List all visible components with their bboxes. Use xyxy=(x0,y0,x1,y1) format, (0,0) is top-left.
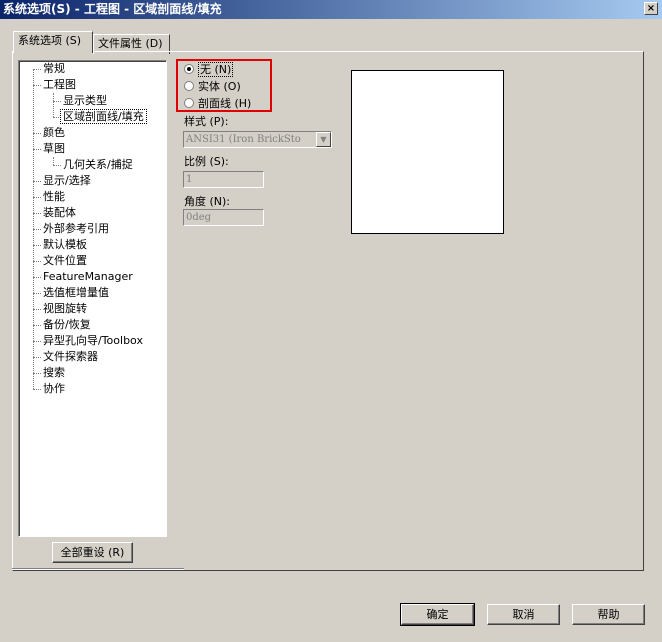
tree-branch xyxy=(33,373,41,374)
tree-branch xyxy=(33,213,41,214)
tree-branch xyxy=(33,389,41,390)
tree-branch xyxy=(33,325,41,326)
tree-connector xyxy=(53,93,54,117)
tree-item-label: 文件位置 xyxy=(43,254,87,267)
tree-item-collaboration[interactable]: 协作 xyxy=(43,381,65,397)
tree-branch xyxy=(33,293,41,294)
tree-item-drawings[interactable]: 工程图 xyxy=(43,77,76,93)
tree-item-featuremanager[interactable]: FeatureManager xyxy=(43,269,133,285)
tree-item-label: 几何关系/捕捉 xyxy=(63,158,133,171)
divider xyxy=(12,568,184,570)
reset-all-button[interactable]: 全部重设 (R) xyxy=(52,542,133,563)
tree-item-label: 区域剖面线/填充 xyxy=(60,109,147,124)
tree-item-label: 协作 xyxy=(43,382,65,395)
tree-branch xyxy=(33,197,41,198)
tree-branch xyxy=(33,149,41,150)
tree-item-spin-box-increments[interactable]: 选值框增量值 xyxy=(43,285,109,301)
tree-branch xyxy=(53,165,61,166)
tab-label: 文件属性 (D) xyxy=(98,37,163,50)
tree-branch xyxy=(33,261,41,262)
tree-branch xyxy=(53,101,61,102)
tree-item-label: 显示类型 xyxy=(63,94,107,107)
scale-input[interactable]: 1 xyxy=(183,171,264,188)
tree-item-performance[interactable]: 性能 xyxy=(43,189,65,205)
tree-item-label: 备份/恢复 xyxy=(43,318,91,331)
tree-branch xyxy=(33,245,41,246)
angle-label: 角度 (N): xyxy=(184,195,231,208)
ok-button[interactable]: 确定 xyxy=(400,603,475,626)
tree-item-external-references[interactable]: 外部参考引用 xyxy=(43,221,109,237)
reset-all-label: 全部重设 (R) xyxy=(60,546,125,559)
tree-item-sketch[interactable]: 草图 xyxy=(43,141,65,157)
tree-item-label: 异型孔向导/Toolbox xyxy=(43,334,143,347)
tree-item-label: 视图旋转 xyxy=(43,302,87,315)
tree-item-label: 外部参考引用 xyxy=(43,222,109,235)
tree-item-hole-wizard-toolbox[interactable]: 异型孔向导/Toolbox xyxy=(43,333,143,349)
tree-item-file-explorer[interactable]: 文件探索器 xyxy=(43,349,98,365)
tree-item-label: 显示/选择 xyxy=(43,174,91,187)
tree-item-label: FeatureManager xyxy=(43,270,133,283)
tree-item-default-templates[interactable]: 默认模板 xyxy=(43,237,87,253)
tree-item-label: 默认模板 xyxy=(43,238,87,251)
tree-branch xyxy=(33,69,41,70)
tab-label: 系统选项 (S) xyxy=(18,34,82,47)
tree-item-relations-snaps[interactable]: 几何关系/捕捉 xyxy=(63,157,133,173)
tree-item-area-hatch-fill[interactable]: 区域剖面线/填充 xyxy=(60,109,147,125)
window-title: 系统选项(S) - 工程图 - 区域剖面线/填充 xyxy=(3,2,222,16)
tree-branch xyxy=(33,85,41,86)
highlight-annotation-box xyxy=(176,59,272,112)
tree-branch xyxy=(33,229,41,230)
chevron-down-icon[interactable]: ▼ xyxy=(316,132,331,147)
close-icon: × xyxy=(646,3,656,14)
tree-item-label: 性能 xyxy=(43,190,65,203)
tree-item-file-locations[interactable]: 文件位置 xyxy=(43,253,87,269)
tree-branch xyxy=(33,341,41,342)
tree-item-assemblies[interactable]: 装配体 xyxy=(43,205,76,221)
tree-item-label: 草图 xyxy=(43,142,65,155)
tree-item-label: 文件探索器 xyxy=(43,350,98,363)
tree-branch xyxy=(33,133,41,134)
style-label: 样式 (P): xyxy=(184,115,229,128)
tree-item-label: 选值框增量值 xyxy=(43,286,109,299)
tree-item-view-rotation[interactable]: 视图旋转 xyxy=(43,301,87,317)
scale-input-value: 1 xyxy=(186,174,193,185)
help-label: 帮助 xyxy=(597,608,620,621)
tree-item-display-selection[interactable]: 显示/选择 xyxy=(43,173,91,189)
window-title-bar: 系统选项(S) - 工程图 - 区域剖面线/填充 × xyxy=(0,0,662,19)
style-dropdown-value: ANSI31 (Iron BrickSto xyxy=(186,134,301,145)
cancel-label: 取消 xyxy=(512,608,535,621)
tree-item-general[interactable]: 常规 xyxy=(43,61,65,77)
tree-branch xyxy=(33,357,41,358)
tree-item-backup-recover[interactable]: 备份/恢复 xyxy=(43,317,91,333)
tree-branch xyxy=(33,181,41,182)
tree-item-label: 常规 xyxy=(43,62,65,75)
scale-label: 比例 (S): xyxy=(184,155,229,168)
tree-item-label: 装配体 xyxy=(43,206,76,219)
tree-item-label: 搜索 xyxy=(43,366,65,379)
tree-connector xyxy=(53,157,54,165)
tree-item-search[interactable]: 搜索 xyxy=(43,365,65,381)
style-dropdown[interactable]: ANSI31 (Iron BrickSto ▼ xyxy=(183,131,332,148)
angle-input-value: 0deg xyxy=(186,212,212,223)
cancel-button[interactable]: 取消 xyxy=(487,604,560,625)
tab-system-options[interactable]: 系统选项 (S) xyxy=(13,31,93,53)
angle-input[interactable]: 0deg xyxy=(183,209,264,226)
tree-item-label: 工程图 xyxy=(43,78,76,91)
options-tree[interactable]: 常规 工程图 显示类型 区域剖面线/填充 颜色 草图 几何关系/捕捉 显示/选择… xyxy=(18,60,167,537)
tree-item-display-style[interactable]: 显示类型 xyxy=(63,93,107,109)
tree-item-colors[interactable]: 颜色 xyxy=(43,125,65,141)
tree-item-label: 颜色 xyxy=(43,126,65,139)
close-button[interactable]: × xyxy=(644,2,658,15)
tree-branch xyxy=(33,309,41,310)
hatch-preview-box xyxy=(351,70,504,234)
help-button[interactable]: 帮助 xyxy=(572,604,645,625)
ok-label: 确定 xyxy=(426,608,449,621)
tree-branch xyxy=(33,277,41,278)
